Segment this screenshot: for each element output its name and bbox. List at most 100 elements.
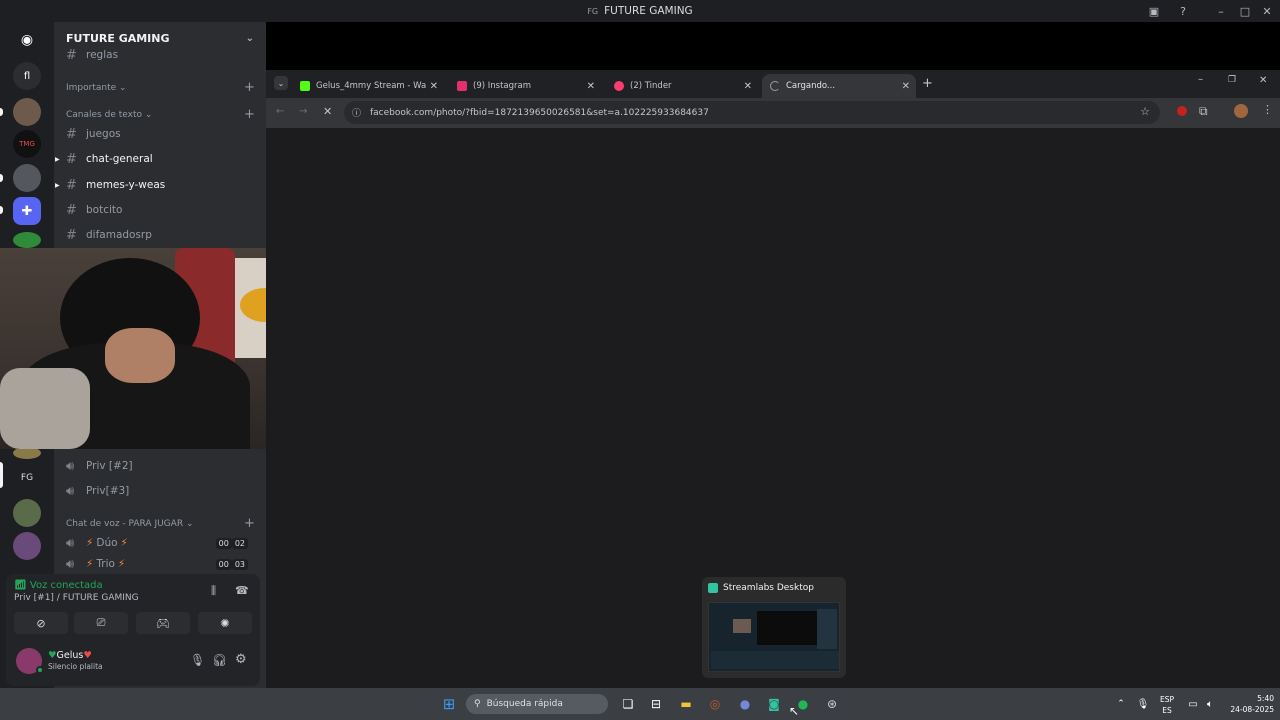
puzzle-icon[interactable]: ✚: [13, 197, 41, 225]
channel-memes-y-weas[interactable]: ▶ # memes-y-weas: [55, 175, 256, 195]
language-indicator[interactable]: ESP ES: [1160, 694, 1174, 716]
server-avatar[interactable]: [13, 532, 41, 560]
close-tab-icon[interactable]: ✕: [744, 81, 752, 92]
streamlabs-taskbar-icon[interactable]: ◙: [764, 694, 784, 714]
tab-search-icon[interactable]: ⌄: [274, 76, 288, 90]
voice-channel-trio[interactable]: 🔊︎ ⚡ Trio ⚡ 00 03: [66, 558, 256, 570]
profile-avatar[interactable]: [1234, 104, 1248, 118]
bookmark-star-icon[interactable]: ☆: [1140, 105, 1150, 118]
close-tab-icon[interactable]: ✕: [587, 81, 595, 92]
tray-overflow-icon[interactable]: ⌃: [1111, 694, 1131, 714]
channel-label: Priv [#2]: [86, 460, 133, 472]
close-tab-icon[interactable]: ✕: [430, 81, 438, 92]
instagram-icon: [457, 81, 467, 91]
category-text[interactable]: Canales de texto ⌄ +: [66, 107, 255, 122]
discord-logo-icon[interactable]: ◉: [13, 26, 41, 54]
username[interactable]: ♥Gelus♥: [48, 650, 92, 661]
browser-restore-button[interactable]: ❐: [1228, 75, 1236, 85]
user-limit-badge: 00 02: [215, 537, 248, 549]
voice-channel-priv2[interactable]: 🔊︎ Priv [#2]: [66, 456, 256, 476]
channel-label: Dúo: [96, 537, 118, 549]
window-title: FUTURE GAMING: [604, 5, 693, 17]
close-button[interactable]: ✕: [1254, 0, 1280, 22]
noise-suppression-icon[interactable]: ⫼: [211, 584, 216, 598]
discord-taskbar-icon[interactable]: ●: [735, 694, 755, 714]
forward-arrow-icon[interactable]: →: [299, 106, 307, 117]
inbox-icon[interactable]: ▣: [1141, 0, 1167, 22]
minimize-button[interactable]: –: [1208, 0, 1234, 22]
task-view-icon[interactable]: ❏: [618, 694, 638, 714]
hash-icon: #: [66, 177, 77, 193]
voice-channel-duo[interactable]: 🔊︎ ⚡ Dúo ⚡ 00 02: [66, 533, 256, 553]
tab-kick[interactable]: Gelus_4mmy Stream - Watch Li ✕: [292, 74, 444, 98]
tab-loading[interactable]: Cargando... ✕: [762, 74, 916, 98]
speaker-icon: 🔊︎: [66, 558, 75, 570]
tab-tinder[interactable]: (2) Tinder ✕: [606, 74, 758, 98]
help-icon[interactable]: ?: [1170, 0, 1196, 22]
settings-gear-icon[interactable]: ⚙: [235, 652, 247, 667]
thumbnail-webcam: [733, 619, 751, 633]
volume-icon[interactable]: 🔈︎: [1200, 694, 1220, 714]
voice-channel-priv3[interactable]: 🔊︎ Priv[#3]: [66, 481, 256, 501]
server-icon-fl[interactable]: fl: [13, 62, 41, 90]
heart-icon: ♥: [48, 650, 57, 661]
taskbar-search[interactable]: ⚲ Búsqueda rápida: [466, 694, 608, 714]
channel-chat-general[interactable]: ▶ # chat-general: [55, 149, 256, 169]
unread-pill: [0, 174, 3, 182]
site-info-icon[interactable]: ⓘ: [352, 106, 361, 119]
browser-minimize-button[interactable]: –: [1198, 74, 1203, 85]
app-icon[interactable]: ◎: [705, 694, 725, 714]
taskbar-thumbnail-preview[interactable]: Streamlabs Desktop: [702, 577, 846, 678]
clock[interactable]: 5:40 24-08-2025: [1222, 693, 1274, 715]
disconnect-icon[interactable]: ☎: [235, 584, 249, 597]
category-importante[interactable]: Importante ⌄ +: [66, 80, 255, 95]
server-avatar[interactable]: [13, 164, 41, 192]
server-icon-tmg[interactable]: TMG: [13, 130, 41, 158]
back-arrow-icon[interactable]: ←: [276, 106, 284, 117]
address-bar[interactable]: ⓘ facebook.com/photo/?fbid=1872139650026…: [344, 101, 1160, 124]
clock-time: 5:40: [1257, 694, 1274, 703]
voice-status[interactable]: 📶︎ Voz conectada: [14, 580, 103, 591]
stop-loading-icon[interactable]: ✕: [323, 105, 332, 118]
tab-instagram[interactable]: (9) Instagram ✕: [449, 74, 601, 98]
headphones-icon[interactable]: 🎧︎: [212, 653, 227, 667]
close-tab-icon[interactable]: ✕: [902, 81, 910, 92]
extensions-puzzle-icon[interactable]: ⧉: [1199, 104, 1208, 119]
hash-icon: #: [66, 126, 77, 142]
channel-reglas[interactable]: # reglas: [66, 48, 256, 63]
speaker-icon: 🔊︎: [66, 535, 75, 551]
screen-share-button[interactable]: ⎚: [74, 612, 128, 634]
start-windows-icon[interactable]: ⊞: [439, 694, 459, 714]
server-icon-fg[interactable]: FG: [13, 464, 41, 492]
add-channel-icon[interactable]: +: [244, 516, 255, 531]
microphone-icon[interactable]: 🎙︎: [190, 653, 205, 667]
lightning-icon: ⚡: [86, 558, 94, 570]
extension-record-icon[interactable]: [1177, 106, 1187, 116]
mouse-cursor-icon: ↖: [789, 704, 800, 718]
hash-icon: #: [66, 227, 77, 243]
store-icon[interactable]: ⊟: [646, 694, 666, 714]
preview-title: Streamlabs Desktop: [723, 583, 814, 593]
server-avatar[interactable]: [13, 499, 41, 527]
activity-button[interactable]: 🎮︎: [136, 612, 190, 634]
channel-juegos[interactable]: # juegos: [66, 124, 256, 144]
channel-difamadosrp[interactable]: # difamadosrp: [66, 225, 256, 245]
steam-icon[interactable]: ⊛: [822, 694, 842, 714]
camera-off-button[interactable]: ⊘: [14, 612, 68, 634]
soundboard-button[interactable]: ✺: [198, 612, 252, 634]
tray-microphone-icon[interactable]: 🎙︎: [1133, 694, 1153, 714]
browser-menu-icon[interactable]: ⋮: [1262, 103, 1273, 116]
add-channel-icon[interactable]: +: [244, 80, 255, 95]
server-avatar[interactable]: [13, 232, 41, 248]
server-avatar[interactable]: [13, 98, 41, 126]
add-channel-icon[interactable]: +: [244, 107, 255, 122]
new-tab-button[interactable]: +: [922, 76, 933, 91]
file-explorer-icon[interactable]: ▬: [676, 694, 696, 714]
category-voice-play[interactable]: Chat de voz - PARA JUGAR ⌄ +: [66, 516, 255, 531]
voice-connection-panel: 📶︎ Voz conectada Priv [#1] / FUTURE GAMI…: [6, 574, 260, 638]
unread-pill: [0, 108, 3, 116]
voice-location[interactable]: Priv [#1] / FUTURE GAMING: [14, 593, 139, 603]
browser-close-button[interactable]: ✕: [1259, 75, 1267, 86]
user-limit: 03: [231, 558, 248, 570]
channel-botcito[interactable]: # botcito: [66, 200, 256, 220]
